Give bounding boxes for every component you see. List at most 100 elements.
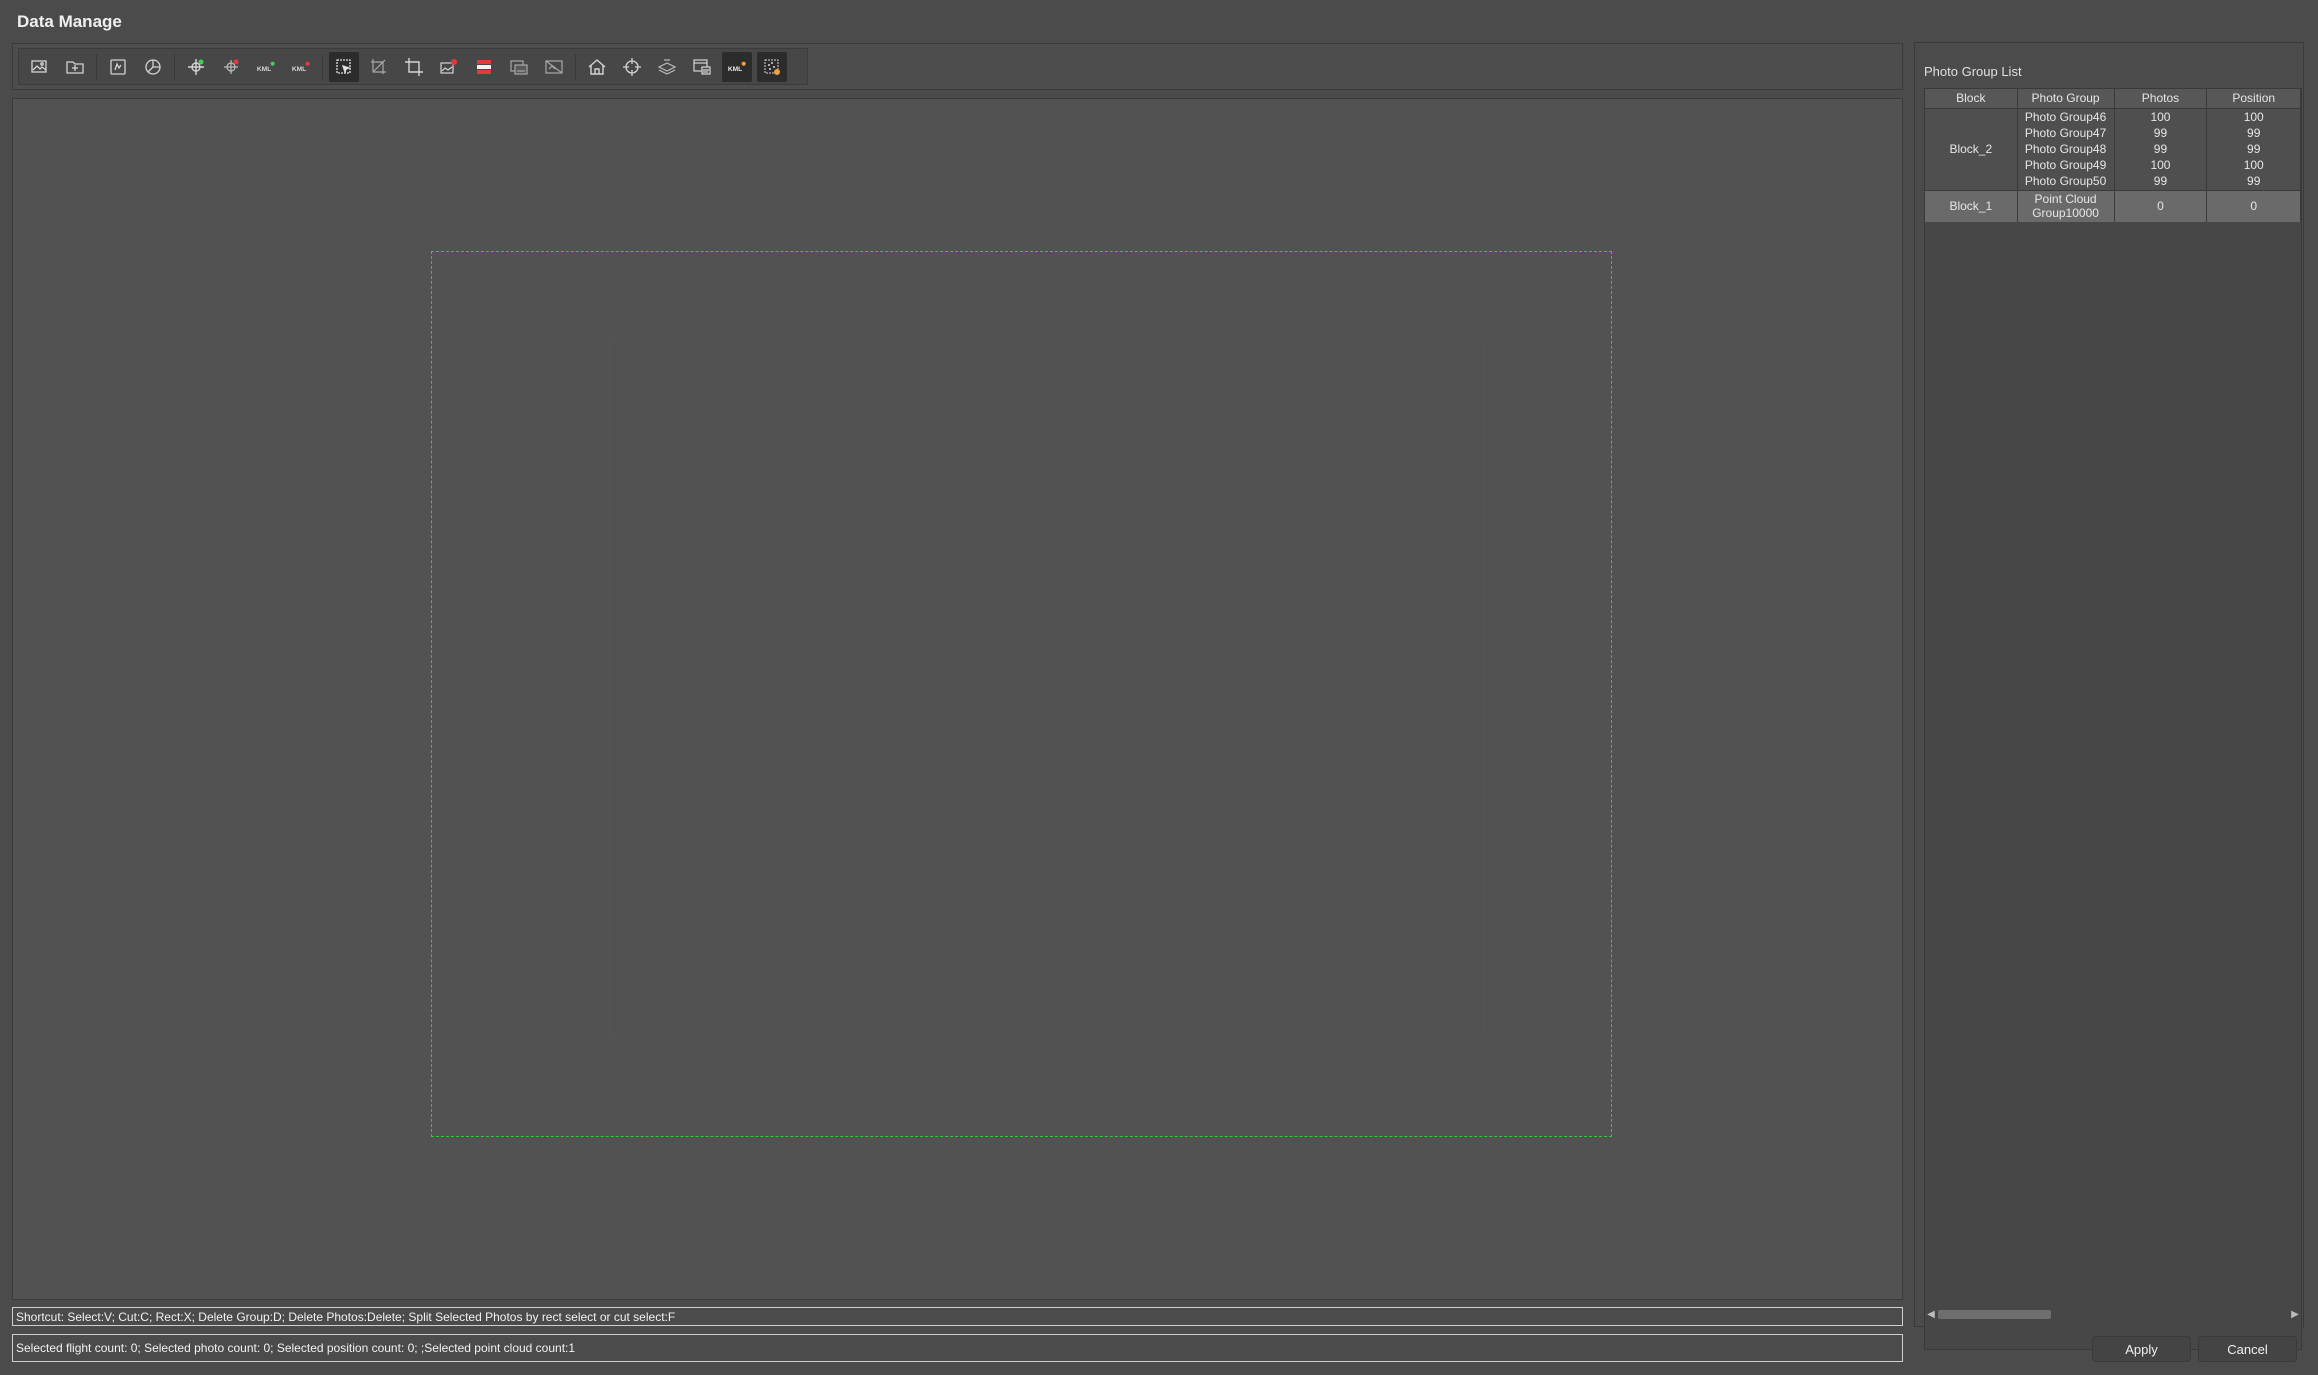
select-tool-button[interactable] bbox=[329, 51, 359, 82]
photo-group-name: Photo Group46 bbox=[2024, 110, 2107, 124]
photos-cell: 0 bbox=[2114, 189, 2208, 222]
photos-count: 99 bbox=[2153, 174, 2168, 188]
photos-count: 99 bbox=[2153, 126, 2168, 140]
photo-group-name: Photo Group48 bbox=[2024, 142, 2107, 156]
import-photos-button[interactable] bbox=[25, 52, 55, 82]
map-canvas[interactable] bbox=[12, 98, 1903, 1300]
point-cloud-button[interactable] bbox=[757, 51, 787, 82]
toolbar-separator bbox=[322, 53, 323, 80]
toolbar-separator bbox=[174, 53, 175, 80]
name-display-icon bbox=[693, 58, 711, 75]
toolbar-buttons: KML KML KML bbox=[18, 48, 808, 85]
svg-text:KML: KML bbox=[292, 66, 306, 73]
toolbar-separator bbox=[96, 53, 97, 80]
selection-count-bar: Selected flight count: 0; Selected photo… bbox=[12, 1334, 1903, 1362]
delete-group-icon bbox=[440, 58, 457, 74]
remove-points-icon bbox=[224, 59, 239, 74]
cut-tool-icon bbox=[371, 58, 386, 74]
layers-icon bbox=[657, 58, 677, 75]
selection-rectangle[interactable] bbox=[431, 251, 1612, 1137]
position-count: 0 bbox=[2250, 199, 2258, 214]
cancel-button[interactable]: Cancel bbox=[2198, 1336, 2297, 1362]
column-header-photo-group[interactable]: Photo Group bbox=[2017, 89, 2115, 109]
photo-group-name-line1: Point Cloud bbox=[2034, 192, 2097, 207]
kml-import-icon: KML bbox=[257, 61, 275, 73]
kml-export-button[interactable]: KML bbox=[286, 52, 316, 82]
photos-count: 100 bbox=[2150, 110, 2171, 124]
crop-rect-icon bbox=[405, 57, 423, 76]
delete-group-button[interactable] bbox=[434, 52, 464, 82]
svg-text:KML: KML bbox=[257, 66, 271, 73]
photo-group-name: Photo Group50 bbox=[2024, 174, 2107, 188]
image-stats-button[interactable] bbox=[103, 52, 133, 82]
chevron-left-icon[interactable]: ◀ bbox=[1924, 1306, 1938, 1322]
photo-group-cell: Photo Group46 Photo Group47 Photo Group4… bbox=[2017, 108, 2115, 190]
photos-count: 100 bbox=[2150, 158, 2171, 172]
crosshair-button[interactable] bbox=[617, 52, 647, 82]
add-points-icon bbox=[188, 58, 204, 75]
position-count: 100 bbox=[2243, 158, 2264, 172]
column-header-block[interactable]: Block bbox=[1925, 89, 2018, 109]
horizontal-scrollbar[interactable]: ◀ ▶ bbox=[1924, 1306, 2302, 1322]
table-row[interactable]: Block_2 Photo Group46 Photo Group47 Phot… bbox=[1925, 108, 2301, 190]
selection-count-text: Selected flight count: 0; Selected photo… bbox=[16, 1341, 576, 1355]
import-photos-icon bbox=[31, 59, 47, 73]
kml-show-button[interactable]: KML bbox=[722, 51, 752, 82]
crosshair-icon bbox=[623, 57, 641, 76]
shortcut-hint-bar: Shortcut: Select:V; Cut:C; Rect:X; Delet… bbox=[12, 1307, 1903, 1326]
svg-text:KML: KML bbox=[728, 66, 742, 73]
photo-group-name: Photo Group47 bbox=[2024, 126, 2107, 140]
delete-photos-button[interactable] bbox=[469, 52, 499, 82]
pie-chart-icon bbox=[145, 58, 161, 75]
column-header-position[interactable]: Position bbox=[2206, 89, 2301, 109]
select-tool-icon bbox=[336, 58, 352, 74]
photos-cell: 100 99 99 100 99 bbox=[2114, 108, 2208, 190]
shortcut-hint-text: Shortcut: Select:V; Cut:C; Rect:X; Delet… bbox=[16, 1309, 676, 1324]
panel-title: Photo Group List bbox=[1924, 64, 2022, 79]
split-photos-icon bbox=[510, 59, 528, 75]
point-cloud-icon bbox=[764, 59, 780, 75]
position-cell: 0 bbox=[2206, 189, 2301, 222]
cut-tool-button[interactable] bbox=[364, 52, 394, 82]
kml-show-icon: KML bbox=[728, 61, 746, 73]
apply-button[interactable]: Apply bbox=[2092, 1336, 2191, 1362]
photo-group-name: Photo Group49 bbox=[2024, 158, 2107, 172]
split-photos-button[interactable] bbox=[504, 52, 534, 82]
position-count: 99 bbox=[2247, 174, 2261, 188]
block-cell: Block_2 bbox=[1925, 108, 2018, 190]
table-row-selected[interactable]: Block_1 Point Cloud Group10000 0 0 bbox=[1925, 189, 2301, 222]
add-points-button[interactable] bbox=[181, 52, 211, 82]
merge-photos-button[interactable] bbox=[539, 52, 569, 82]
crop-rect-button[interactable] bbox=[399, 52, 429, 82]
toolbar: KML KML KML bbox=[12, 43, 1903, 90]
home-button[interactable] bbox=[582, 52, 612, 82]
window-title: Data Manage bbox=[17, 12, 122, 31]
chevron-right-icon[interactable]: ▶ bbox=[2288, 1306, 2302, 1322]
photos-count: 0 bbox=[2157, 199, 2164, 214]
name-display-button[interactable] bbox=[687, 52, 717, 82]
block-name: Block_1 bbox=[1949, 199, 1993, 214]
position-count: 99 bbox=[2247, 142, 2261, 156]
photo-group-cell: Point Cloud Group10000 bbox=[2017, 189, 2115, 222]
layers-button[interactable] bbox=[652, 52, 682, 82]
block-cell: Block_1 bbox=[1925, 189, 2018, 222]
position-count: 100 bbox=[2243, 110, 2264, 124]
import-folder-icon bbox=[66, 60, 84, 74]
remove-points-button[interactable] bbox=[216, 52, 246, 82]
photo-group-panel: Photo Group List Block Photo Group Photo… bbox=[1914, 42, 2304, 1350]
image-stats-icon bbox=[110, 58, 126, 75]
block-name: Block_2 bbox=[1949, 142, 1993, 156]
import-folder-button[interactable] bbox=[60, 52, 90, 82]
merge-photos-icon bbox=[545, 59, 563, 74]
kml-export-icon: KML bbox=[292, 61, 310, 73]
column-header-photos[interactable]: Photos bbox=[2114, 89, 2208, 109]
pie-chart-button[interactable] bbox=[138, 52, 168, 82]
photo-group-name-line2: Group10000 bbox=[2032, 206, 2099, 221]
kml-import-button[interactable]: KML bbox=[251, 52, 281, 82]
home-icon bbox=[588, 58, 606, 75]
scrollbar-track[interactable] bbox=[1938, 1309, 2288, 1319]
position-cell: 100 99 99 100 99 bbox=[2206, 108, 2301, 190]
position-count: 99 bbox=[2247, 126, 2261, 140]
delete-photos-icon bbox=[477, 59, 491, 74]
scrollbar-thumb[interactable] bbox=[1938, 1309, 2051, 1319]
